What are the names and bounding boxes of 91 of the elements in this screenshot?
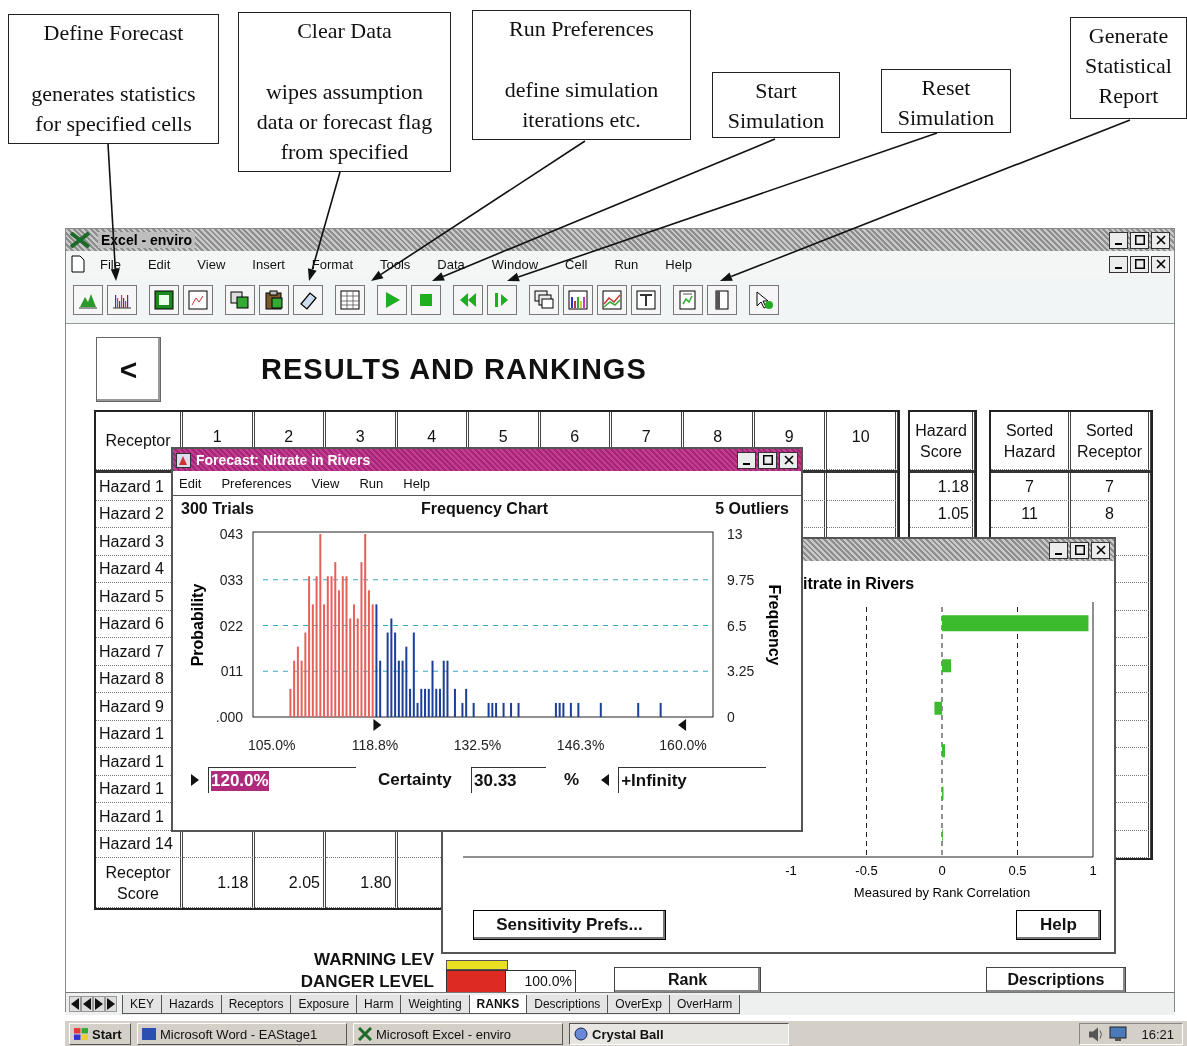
callout-text: define simulation iterations etc. xyxy=(503,76,660,134)
axis-tick-label: 0.5 xyxy=(1008,863,1027,878)
menu-item[interactable]: Data xyxy=(437,256,465,272)
column-header: Hazard Score xyxy=(910,412,975,470)
upper-bound-field[interactable]: +Infinity xyxy=(618,767,767,793)
menu-item[interactable]: Edit xyxy=(147,256,171,272)
table-cell: 1.18 xyxy=(910,473,975,501)
sheet-tab[interactable]: KEY xyxy=(122,994,162,1014)
axis-tick-label: 043 xyxy=(219,526,243,542)
sheet-button[interactable]: Rank xyxy=(614,967,761,992)
table-cell: 7 xyxy=(1071,473,1151,501)
menu-item[interactable]: Window xyxy=(491,256,539,272)
certainty-label: Certainty xyxy=(378,770,453,790)
menu-item[interactable]: Run xyxy=(359,475,384,491)
sheet-tab[interactable]: OverHarm xyxy=(669,994,741,1014)
sheet-heading: RESULTS AND RANKINGS xyxy=(261,353,647,386)
axis-tick-label: 13 xyxy=(727,526,743,542)
table-cell: 1.18 xyxy=(183,858,255,908)
axis-tick-label: 022 xyxy=(219,617,243,634)
level-label: DANGER LEVEL xyxy=(299,971,434,992)
level-reading: 100.0% xyxy=(506,970,576,992)
clock: 16:21 xyxy=(1141,1026,1174,1042)
table-cell: 8 xyxy=(1071,500,1151,528)
callout-title: Clear Data xyxy=(296,17,393,45)
chart-title: Frequency Chart xyxy=(421,500,549,518)
table-cell: 1.80 xyxy=(326,858,398,908)
axis-tick-label: -0.5 xyxy=(855,863,878,878)
column-header: 10 xyxy=(826,412,898,470)
row-header: Receptor Score xyxy=(96,858,183,908)
sheet-tab[interactable]: Receptors xyxy=(220,994,292,1014)
sheet-tab[interactable]: RANKS xyxy=(468,994,528,1014)
callout-title: Run Preferences xyxy=(508,15,655,43)
axis-tick-label: 0 xyxy=(938,863,946,878)
menu-item[interactable]: Help xyxy=(403,475,431,491)
axis-tick-label: 132.5% xyxy=(453,737,502,753)
menu-item[interactable]: View xyxy=(311,475,340,491)
table-cell: 11 xyxy=(991,500,1071,528)
axis-tick-label: 011 xyxy=(220,663,243,680)
percent-sign: % xyxy=(564,770,580,790)
sheet-tab[interactable]: Weighting xyxy=(400,994,470,1014)
menu-item[interactable]: Cell xyxy=(565,256,588,272)
certainty-field[interactable]: 30.33 xyxy=(471,767,546,793)
axis-tick-label: 0 xyxy=(727,709,735,725)
menu-item[interactable]: Run xyxy=(614,256,639,272)
outliers-count: 5 Outliers xyxy=(715,500,789,518)
axis-title: Measured by Rank Correlation xyxy=(853,885,1031,900)
axis-tick-label: 118.8% xyxy=(351,737,399,753)
axis-tick-label: 160.0% xyxy=(659,737,707,753)
start-button[interactable]: Start xyxy=(69,1023,131,1045)
back-button[interactable]: < xyxy=(96,337,161,402)
sheet-tab[interactable]: OverExp xyxy=(607,994,670,1014)
axis-title: Probability xyxy=(189,583,206,667)
dialog-button[interactable]: Help xyxy=(1016,910,1101,940)
menu-item[interactable]: Preferences xyxy=(221,475,292,491)
callout-title: Generate Statistical Report xyxy=(1084,22,1173,110)
table-cell: 7 xyxy=(991,473,1071,501)
table-cell: 2.05 xyxy=(254,858,326,908)
lower-bound-field[interactable]: 120.0% xyxy=(208,767,356,793)
callout-title: Reset Simulation xyxy=(896,74,996,132)
axis-tick-label: -1 xyxy=(785,863,797,878)
chart-title: itrate in Rivers xyxy=(803,575,915,592)
level-label: WARNING LEV xyxy=(313,950,434,970)
axis-tick-label: 3.25 xyxy=(727,663,755,680)
axis-tick-label: 9.75 xyxy=(727,571,755,588)
callout-title: Start Simulation xyxy=(726,77,826,135)
menu-item[interactable]: Help xyxy=(665,256,693,272)
trials-count: 300 Trials xyxy=(181,500,254,518)
sheet-tab[interactable]: Exposure xyxy=(290,994,358,1014)
axis-tick-label: 146.3% xyxy=(556,737,605,753)
axis-tick-label: 1 xyxy=(1089,863,1097,878)
axis-tick-label: .000 xyxy=(215,709,243,725)
dialog-button[interactable]: Sensitivity Prefs... xyxy=(473,910,666,940)
table-cell: 1.05 xyxy=(910,500,975,528)
sheet-tab[interactable]: Descriptions xyxy=(526,994,609,1014)
taskbar-button[interactable]: Crystal Ball xyxy=(569,1023,789,1045)
menu-item[interactable]: Insert xyxy=(252,256,285,272)
sheet-button[interactable]: Descriptions xyxy=(986,967,1126,992)
taskbar-button[interactable]: Microsoft Excel - enviro xyxy=(353,1023,563,1045)
callout-text: generates statistics for specified cells xyxy=(30,80,197,138)
sheet-tab[interactable]: Hazards xyxy=(161,994,222,1014)
callout-text: wipes assumption data or forecast flag from specified xyxy=(255,78,434,166)
column-header: Sorted Receptor xyxy=(1071,412,1151,470)
axis-tick-label: 105.0% xyxy=(247,737,296,753)
axis-title: Frequency xyxy=(766,584,783,666)
axis-tick-label: 6.5 xyxy=(727,617,747,634)
axis-tick-label: 033 xyxy=(219,571,243,588)
callout-title: Define Forecast xyxy=(42,19,185,47)
sheet-tab[interactable]: Harm xyxy=(356,994,402,1014)
menu-item[interactable]: View xyxy=(197,256,226,272)
taskbar-button[interactable]: Microsoft Word - EAStage1 xyxy=(137,1023,347,1045)
column-header: Sorted Hazard xyxy=(991,412,1071,470)
